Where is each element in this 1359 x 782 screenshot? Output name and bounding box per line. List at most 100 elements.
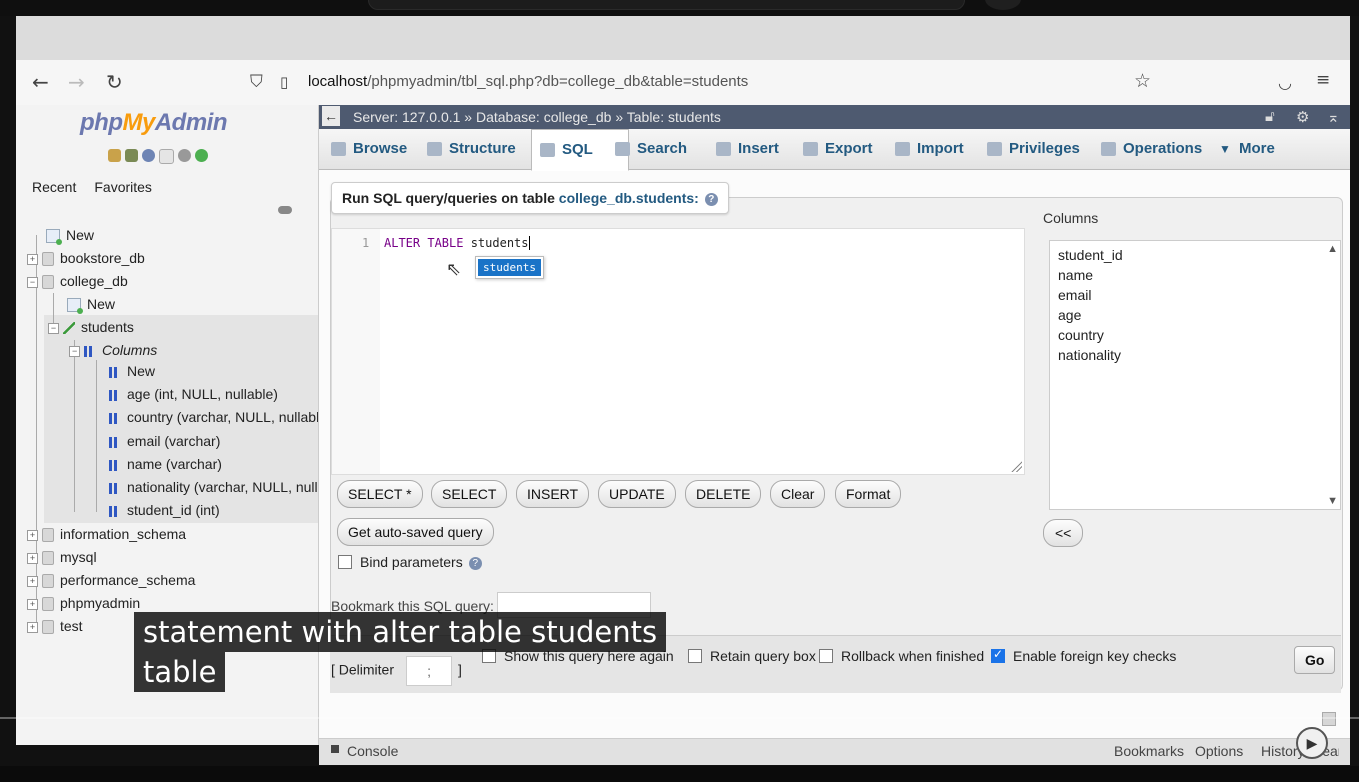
clear-button[interactable]: Clear [770, 480, 826, 508]
select-button[interactable]: SELECT [431, 480, 508, 508]
column-option[interactable]: age [1050, 305, 1340, 325]
tab-import[interactable]: Import [887, 129, 964, 169]
tree-item-college-new[interactable]: New [53, 293, 115, 315]
column-option[interactable]: email [1050, 285, 1340, 305]
console-options-link[interactable]: Options [1195, 743, 1243, 759]
console-toggle[interactable]: Console [347, 743, 398, 759]
foreign-key-checks-option[interactable]: Enable foreign key checks [991, 647, 1176, 664]
tree-item-bookstore-db[interactable]: + bookstore_db [27, 247, 145, 269]
tree-item-column[interactable]: nationality (varchar, NULL, nullable) [109, 476, 318, 498]
tree-item-columns[interactable]: − Columns [69, 339, 157, 361]
column-option[interactable]: name [1050, 265, 1340, 285]
column-option[interactable]: student_id [1050, 245, 1340, 265]
foreign-key-checkbox[interactable] [991, 647, 1005, 664]
bookmark-star-icon[interactable]: ☆ [1134, 70, 1151, 92]
update-button[interactable]: UPDATE [598, 480, 676, 508]
breadcrumb-server[interactable]: Server: 127.0.0.1 [353, 109, 460, 125]
tree-item-students[interactable]: − students [48, 316, 134, 338]
tab-insert[interactable]: Insert [708, 129, 779, 169]
format-button[interactable]: Format [835, 480, 902, 508]
tree-item-column[interactable]: student_id (int) [109, 499, 220, 521]
reload-icon[interactable]: ↻ [106, 70, 123, 94]
tree-item-information-schema[interactable]: + information_schema [27, 523, 186, 545]
tab-structure[interactable]: Structure [419, 129, 516, 169]
expand-icon[interactable]: + [27, 253, 38, 265]
url-text[interactable]: localhost/phpmyadmin/tbl_sql.php?db=coll… [308, 73, 748, 90]
reload-nav-icon[interactable] [195, 149, 208, 162]
tree-item-mysql[interactable]: + mysql [27, 546, 97, 568]
play-icon[interactable]: ▶ [1296, 727, 1328, 759]
collapse-icon[interactable]: − [27, 276, 38, 288]
insert-column-button[interactable]: << [1043, 519, 1084, 547]
tab-more[interactable]: ▼ More [1215, 129, 1275, 169]
bind-parameters-checkbox[interactable] [338, 555, 352, 570]
tree-item-column-new[interactable]: New [109, 360, 155, 382]
column-option[interactable]: nationality [1050, 345, 1340, 365]
page-settings-icon[interactable] [1322, 712, 1336, 726]
tab-search[interactable]: Search [607, 129, 687, 169]
lock-icon[interactable]: 🔓︎ [1265, 108, 1275, 125]
scroll-up-icon[interactable]: ▲ [1327, 243, 1338, 255]
help-icon[interactable]: ? [704, 192, 718, 206]
pocket-icon[interactable]: ◡ [1278, 73, 1292, 92]
autocomplete-hint[interactable]: students [475, 256, 544, 279]
autocomplete-option[interactable]: students [478, 259, 541, 276]
get-auto-saved-query-button[interactable]: Get auto-saved query [337, 518, 494, 546]
tree-item-column[interactable]: country (varchar, NULL, nullable) [109, 406, 318, 428]
retain-query-box-option[interactable]: Retain query box [688, 648, 816, 664]
shield-icon[interactable]: ⛉ [250, 72, 263, 92]
rollback-option[interactable]: Rollback when finished [819, 648, 984, 664]
gear-icon[interactable]: ⚙ [1296, 108, 1309, 126]
tab-privileges[interactable]: Privileges [979, 129, 1080, 169]
docs-icon[interactable] [159, 149, 174, 164]
sql-editor[interactable]: 1 ALTER TABLE students students ⇖ [331, 228, 1025, 475]
breadcrumb-database[interactable]: Database: college_db [476, 109, 611, 125]
delimiter-input[interactable]: ; [406, 656, 453, 686]
tree-item-new[interactable]: New [32, 224, 94, 246]
tab-browse[interactable]: Browse [323, 129, 407, 169]
menu-icon[interactable]: ≡ [1316, 70, 1330, 90]
minimize-icon[interactable]: ⌅ [1327, 108, 1340, 126]
help-icon[interactable] [142, 149, 155, 162]
tree-item-column[interactable]: name (varchar) [109, 453, 222, 475]
tree-item-phpmyadmin[interactable]: + phpmyadmin [27, 592, 140, 614]
insert-button[interactable]: INSERT [516, 480, 590, 508]
back-arrow-icon[interactable]: ← [32, 70, 49, 94]
tree-item-column[interactable]: email (varchar) [109, 430, 220, 452]
rollback-checkbox[interactable] [819, 649, 833, 664]
home-icon[interactable] [108, 149, 121, 162]
console-bookmarks-link[interactable]: Bookmarks [1114, 743, 1184, 759]
bind-parameters-option[interactable]: Bind parameters? [338, 554, 482, 570]
expand-icon[interactable]: + [27, 598, 38, 610]
video-progress-bar[interactable] [0, 717, 1359, 719]
collapse-icon[interactable]: − [48, 322, 59, 334]
tree-item-column[interactable]: age (int, NULL, nullable) [109, 383, 278, 405]
link-chain-icon[interactable] [278, 206, 292, 214]
go-button[interactable]: Go [1294, 646, 1336, 674]
resize-handle-icon[interactable] [1010, 460, 1022, 472]
tab-favorites[interactable]: Favorites [92, 177, 154, 197]
tab-export[interactable]: Export [795, 129, 873, 169]
help-icon[interactable]: ? [468, 556, 482, 570]
expand-icon[interactable]: + [27, 575, 38, 587]
scroll-down-icon[interactable]: ▼ [1327, 495, 1338, 507]
delete-button[interactable]: DELETE [685, 480, 762, 508]
logout-icon[interactable] [125, 149, 138, 162]
settings-icon[interactable] [178, 149, 191, 162]
select-star-button[interactable]: SELECT * [337, 480, 423, 508]
column-option[interactable]: country [1050, 325, 1340, 345]
retain-query-checkbox[interactable] [688, 649, 702, 664]
tab-operations[interactable]: Operations [1093, 129, 1202, 169]
forward-arrow-icon[interactable]: → [68, 70, 85, 94]
collapse-nav-icon[interactable]: ← [322, 106, 340, 126]
sql-code[interactable]: ALTER TABLE students [384, 236, 530, 250]
sql-title-table[interactable]: college_db.students: [559, 190, 699, 206]
tree-item-test[interactable]: + test [27, 615, 83, 637]
collapse-icon[interactable]: − [69, 345, 80, 357]
phpmyadmin-logo[interactable]: phpMyAdmin [80, 109, 228, 137]
columns-list[interactable]: student_id name email age country nation… [1049, 240, 1341, 510]
expand-icon[interactable]: + [27, 552, 38, 564]
expand-icon[interactable]: + [27, 529, 38, 541]
tree-item-college-db[interactable]: − college_db [27, 270, 128, 292]
breadcrumb-table[interactable]: Table: students [627, 109, 721, 125]
